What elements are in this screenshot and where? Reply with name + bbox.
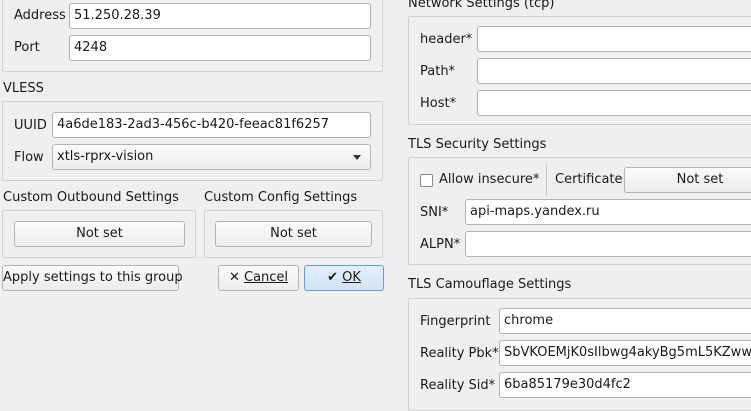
- sni-field[interactable]: api-maps.yandex.ru: [465, 199, 751, 225]
- port-field[interactable]: 4248: [69, 35, 371, 61]
- uuid-label: UUID: [14, 118, 47, 133]
- address-field[interactable]: 51.250.28.39: [69, 3, 371, 29]
- checkmark-icon: ✔: [327, 270, 338, 285]
- custom-outbound-title: Custom Outbound Settings: [3, 190, 179, 205]
- custom-config-button[interactable]: Not set: [215, 221, 372, 247]
- allow-insecure-checkbox[interactable]: [420, 174, 433, 187]
- path-label: Path*: [420, 64, 456, 79]
- vless-title: VLESS: [3, 81, 44, 96]
- camouflage-title: TLS Camouflage Settings: [408, 277, 572, 292]
- ok-label: OK: [342, 270, 361, 285]
- flow-select[interactable]: xtls-rprx-vision: [52, 144, 371, 170]
- host-field[interactable]: [477, 90, 751, 116]
- header-field[interactable]: [477, 26, 751, 52]
- alpn-label: ALPN*: [420, 237, 461, 252]
- chevron-down-icon: [353, 155, 361, 160]
- fingerprint-label: Fingerprint: [420, 314, 491, 329]
- flow-label: Flow: [14, 150, 44, 165]
- address-label: Address: [14, 8, 66, 23]
- reality-sid-label: Reality Sid*: [420, 378, 496, 393]
- custom-config-title: Custom Config Settings: [204, 190, 358, 205]
- cancel-button[interactable]: ✕ Cancel: [218, 265, 299, 291]
- tls-title: TLS Security Settings: [408, 137, 547, 152]
- network-title: Network Settings (tcp): [408, 0, 555, 11]
- port-label: Port: [14, 40, 40, 55]
- ok-button[interactable]: ✔ OK: [304, 265, 384, 291]
- allow-insecure-label: Allow insecure*: [439, 172, 540, 187]
- cancel-label: Cancel: [244, 270, 289, 285]
- alpn-field[interactable]: [465, 231, 751, 257]
- close-icon: ✕: [228, 270, 240, 285]
- tls-separator: [546, 164, 547, 196]
- sni-label: SNI*: [420, 205, 449, 220]
- certificate-label: Certificate: [555, 172, 623, 187]
- apply-group-button[interactable]: Apply settings to this group: [2, 265, 183, 291]
- reality-pbk-field[interactable]: SbVKOEMjK0sIlbwg4akyBg5mL5KZwwB-e: [499, 340, 751, 366]
- header-label: header*: [420, 32, 473, 47]
- custom-outbound-button[interactable]: Not set: [14, 221, 185, 247]
- path-field[interactable]: [477, 58, 751, 84]
- reality-sid-field[interactable]: 6ba85179e30d4fc2: [499, 372, 751, 398]
- uuid-field[interactable]: 4a6de183-2ad3-456c-b420-feeac81f6257: [52, 112, 371, 138]
- certificate-button[interactable]: Not set: [624, 167, 751, 193]
- flow-value: xtls-rprx-vision: [57, 149, 154, 164]
- host-label: Host*: [420, 96, 457, 111]
- reality-pbk-label: Reality Pbk*: [420, 346, 499, 361]
- fingerprint-field[interactable]: chrome: [499, 308, 751, 334]
